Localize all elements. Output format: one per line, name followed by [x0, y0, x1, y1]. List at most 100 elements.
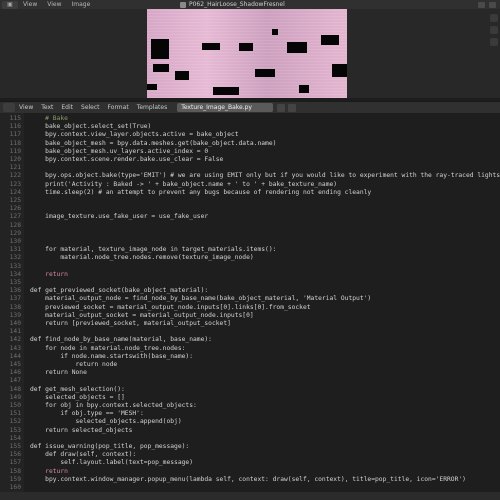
code-line[interactable]: 133: [0, 263, 500, 271]
code-line[interactable]: 136 def get_previewed_socket(bake_object_…: [0, 287, 500, 295]
line-number: 144: [9, 352, 21, 360]
code-line[interactable]: 130: [0, 238, 500, 246]
code-text: bake_object_mesh = bpy.data.meshes.get(b…: [30, 139, 277, 147]
line-number: 159: [9, 475, 21, 483]
line-number: 148: [9, 385, 21, 393]
code-line[interactable]: 131 for material, texture_image_node in …: [0, 246, 500, 254]
pan-icon[interactable]: [490, 26, 498, 34]
code-text: def get_mesh_selection():: [30, 385, 125, 393]
code-text: def draw(self, context):: [30, 451, 137, 459]
code-line[interactable]: 117 bpy.context.view_layer.objects.activ…: [0, 131, 500, 139]
line-number: 124: [9, 188, 21, 196]
line-number: 122: [9, 172, 21, 180]
code-line[interactable]: 158 return: [0, 468, 500, 476]
line-number: 129: [9, 229, 21, 237]
texture-blot: [151, 39, 169, 59]
line-number: 127: [9, 213, 21, 221]
code-line[interactable]: 127 image_texture.use_fake_user = use_fa…: [0, 213, 500, 221]
image-selector[interactable]: P062_HairLoose_ShadowFresnel: [180, 0, 285, 9]
code-line[interactable]: 122 bpy.ops.object.bake(type='EMIT') # w…: [0, 172, 500, 180]
copy-icon[interactable]: [277, 103, 286, 112]
code-line[interactable]: 160: [0, 484, 500, 492]
code-line[interactable]: 139 material_output_socket = material_ou…: [0, 312, 500, 320]
code-line[interactable]: 148 def get_mesh_selection():: [0, 386, 500, 394]
menu-text[interactable]: Text: [37, 104, 57, 111]
line-number: 123: [9, 180, 21, 188]
line-number: 118: [9, 139, 21, 147]
channel-icon[interactable]: [478, 1, 485, 8]
code-line[interactable]: 134 return: [0, 271, 500, 279]
code-line[interactable]: 132 material.node_tree.nodes.remove(text…: [0, 254, 500, 262]
code-line[interactable]: 145 return node: [0, 361, 500, 369]
display-icon[interactable]: [489, 1, 496, 8]
line-number: 141: [9, 328, 21, 336]
code-line[interactable]: 123 print('Activity : Baked -> ' + bake_…: [0, 181, 500, 189]
code-line[interactable]: 154: [0, 435, 500, 443]
code-text: bake_object.select_set(True): [30, 123, 152, 131]
code-line[interactable]: 121: [0, 164, 500, 172]
menu-select[interactable]: Select: [77, 104, 104, 111]
text-editor-type-button[interactable]: [3, 103, 15, 112]
camera-icon[interactable]: [490, 38, 498, 46]
code-line[interactable]: 124 time.sleep(2) # an attempt to preven…: [0, 189, 500, 197]
code-line[interactable]: 157 self.layout.label(text=pop_message): [0, 459, 500, 467]
zoom-icon[interactable]: [490, 14, 498, 22]
code-line[interactable]: 147: [0, 377, 500, 385]
line-number: 115: [9, 115, 21, 122]
texture-blot: [175, 71, 189, 80]
code-line[interactable]: 118 bake_object_mesh = bpy.data.meshes.g…: [0, 140, 500, 148]
menu-format[interactable]: Format: [104, 104, 133, 111]
text-file-selector[interactable]: Texture_Image_Bake.py: [177, 103, 274, 112]
code-line[interactable]: 155 def issue_warning(pop_title, pop_mess…: [0, 443, 500, 451]
code-line[interactable]: 119 bake_object_mesh.uv_layers.active_in…: [0, 148, 500, 156]
code-line[interactable]: 137 material_output_node = find_node_by_…: [0, 295, 500, 303]
code-line[interactable]: 125: [0, 197, 500, 205]
code-line[interactable]: 141: [0, 328, 500, 336]
code-line[interactable]: 138 previewed_socket = material_output_n…: [0, 304, 500, 312]
image-name: P062_HairLoose_ShadowFresnel: [189, 1, 285, 8]
texture-blot: [202, 43, 220, 50]
menu-templates[interactable]: Templates: [133, 104, 172, 111]
code-line[interactable]: 144 if node.name.startswith(base_name):: [0, 353, 500, 361]
code-line[interactable]: 150 for obj in bpy.context.selected_obje…: [0, 402, 500, 410]
code-line[interactable]: 143 for node in material.node_tree.nodes…: [0, 345, 500, 353]
code-line[interactable]: 115 # Bake: [0, 115, 500, 123]
code-text: print('Activity : Baked -> ' + bake_obje…: [30, 180, 338, 188]
code-line[interactable]: 126: [0, 205, 500, 213]
close-icon[interactable]: [288, 103, 297, 112]
editor-type-button[interactable]: ▣: [2, 0, 18, 9]
menu-image[interactable]: Image: [67, 1, 96, 8]
code-line[interactable]: 128: [0, 222, 500, 230]
code-line[interactable]: 152 selected_objects.append(obj): [0, 418, 500, 426]
code-text: return [previewed_socket, material_outpu…: [30, 320, 231, 327]
line-number: 131: [9, 246, 21, 254]
image-editor: ▣ View View Image P062_HairLoose_ShadowF…: [0, 0, 500, 98]
code-line[interactable]: 151 if obj.type == 'MESH':: [0, 410, 500, 418]
code-text: # Bake: [30, 115, 68, 122]
code-text: time.sleep(2) # an attempt to prevent an…: [30, 188, 372, 196]
code-text: bpy.context.window_manager.popup_menu(la…: [30, 475, 466, 483]
image-editor-icon: ▣: [7, 1, 13, 8]
menu-view-2[interactable]: View: [42, 1, 66, 8]
menu-edit[interactable]: Edit: [57, 104, 77, 111]
code-line[interactable]: 135: [0, 279, 500, 287]
code-text: for obj in bpy.context.selected_objects:: [30, 402, 197, 409]
line-number: 156: [9, 451, 21, 459]
image-icon: [180, 1, 186, 8]
menu-view[interactable]: View: [18, 1, 42, 8]
code-text: selected_objects = []: [30, 393, 125, 401]
code-line[interactable]: 140 return [previewed_socket, material_o…: [0, 320, 500, 328]
code-line[interactable]: 149 selected_objects = []: [0, 394, 500, 402]
code-line[interactable]: 156 def draw(self, context):: [0, 451, 500, 459]
code-line[interactable]: 146 return None: [0, 369, 500, 377]
code-line[interactable]: 129: [0, 230, 500, 238]
code-line[interactable]: 142 def find_node_by_base_name(material, …: [0, 336, 500, 344]
code-editor[interactable]: 115 # Bake 116 bake_object.select_set(Tru…: [0, 113, 500, 492]
code-line[interactable]: 153 return selected_objects: [0, 427, 500, 435]
code-text: return selected_objects: [30, 426, 133, 434]
code-line[interactable]: 159 bpy.context.window_manager.popup_men…: [0, 476, 500, 484]
code-line[interactable]: 116 bake_object.select_set(True): [0, 123, 500, 131]
menu-view[interactable]: View: [15, 104, 37, 111]
line-number: 133: [9, 262, 21, 270]
code-line[interactable]: 120 bpy.context.scene.render.bake.use_cl…: [0, 156, 500, 164]
